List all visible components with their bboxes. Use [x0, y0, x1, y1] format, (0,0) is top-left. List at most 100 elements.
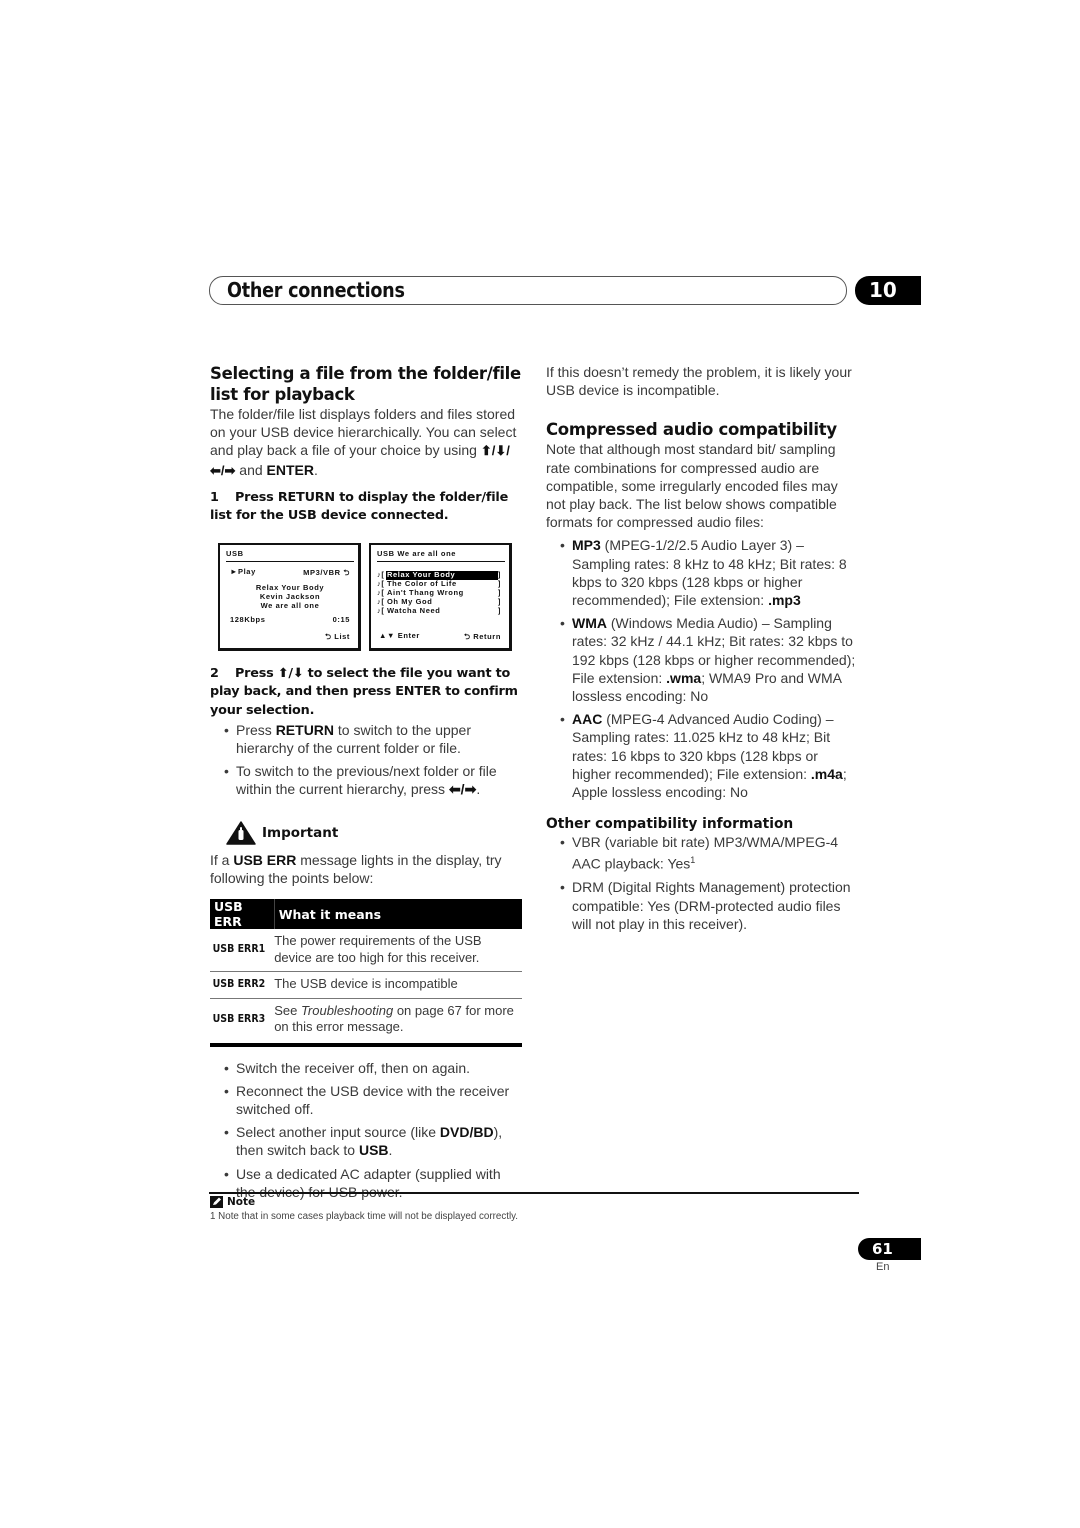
intro-text: The folder/file list displays folders an…	[210, 406, 517, 459]
bullet-item: Press RETURN to switch to the upper hier…	[224, 721, 522, 757]
left-column: Selecting a file from the folder/file li…	[210, 363, 522, 1206]
error-meaning: The power requirements of the USB device…	[274, 929, 522, 973]
chapter-number-badge: 10	[855, 276, 921, 305]
footnote-divider	[209, 1192, 859, 1194]
error-meaning: The USB device is incompatible	[274, 971, 522, 999]
pencil-note-icon	[210, 1196, 223, 1208]
other-compat-title: Other compatibility information	[546, 816, 794, 833]
bitrate-time-row: 128Kbps 0:15	[230, 615, 350, 624]
remedy-bullets: Switch the receiver off, then on again. …	[224, 1059, 522, 1201]
footnote-text: 1 Note that in some cases playback time …	[210, 1211, 519, 1222]
track-title: Relax Your Body	[255, 583, 325, 593]
bullet-bold: DVD/BD	[439, 1124, 494, 1141]
bullet-bold: USB	[358, 1142, 389, 1159]
text: If a	[210, 851, 234, 868]
bullet-item: To switch to the previous/next folder or…	[224, 762, 522, 798]
screen-footer: ▲▼ Enter ⮌ Return	[379, 631, 501, 644]
bullet-item: Use a dedicated AC adapter (supplied wit…	[224, 1165, 522, 1201]
format-item-wma: WMA (Windows Media Audio) – Sampling rat…	[560, 614, 858, 705]
format-extension: .m4a	[810, 765, 843, 782]
format-name: AAC	[572, 711, 603, 728]
display-screens: USB ►Play MP3/VBR ⮌ Relax Your Body Kevi…	[218, 543, 522, 652]
step-text: Press RETURN to display the folder/file …	[210, 489, 509, 524]
continuation-text: If this doesn’t remedy the problem, it i…	[546, 364, 852, 399]
bullet-text: VBR (variable bit rate) MP3/WMA/MPEG-4 A…	[572, 834, 839, 873]
list-button[interactable]: ⮌ List	[325, 631, 350, 644]
note-heading: Note	[210, 1196, 255, 1208]
compressed-intro: Note that although most standard bit/ sa…	[546, 441, 838, 531]
format-desc: (MPEG-1/2/2.5 Audio Layer 3) – Sampling …	[572, 537, 847, 609]
format-label: MP3/VBR ⮌	[303, 568, 350, 578]
bullet-text: Press	[236, 721, 276, 738]
format-extension: .mp3	[768, 592, 801, 609]
usb-err-bold: USB ERR	[233, 851, 297, 868]
bitrate: 128Kbps	[230, 615, 266, 625]
table-row: USB ERR2 The USB device is incompatible	[210, 971, 522, 999]
step-2: 2 Press ⬆/⬇ to select the file you want t…	[210, 665, 522, 720]
list-item[interactable]: ♪[Watcha Need]	[377, 607, 501, 616]
section-title-select-file: Selecting a file from the folder/file li…	[210, 364, 521, 404]
section-title-compressed-audio: Compressed audio compatibility	[546, 420, 837, 440]
error-code: USB ERR3	[210, 998, 266, 1047]
chapter-header-bar: Other connections	[209, 276, 847, 305]
bullet-item: VBR (variable bit rate) MP3/WMA/MPEG-4 A…	[560, 833, 858, 873]
warning-hand-icon	[226, 820, 256, 845]
bullet-bold: RETURN	[275, 721, 335, 738]
step-2-bullets: Press RETURN to switch to the upper hier…	[224, 721, 522, 799]
playback-time: 0:15	[332, 615, 350, 625]
play-screen: USB ►Play MP3/VBR ⮌ Relax Your Body Kevi…	[218, 543, 361, 652]
other-compat-list: VBR (variable bit rate) MP3/WMA/MPEG-4 A…	[560, 833, 858, 933]
note-label: Note	[227, 1196, 256, 1208]
bullet-item: Reconnect the USB device with the receiv…	[224, 1082, 522, 1118]
step-1: 1 Press RETURN to display the folder/file…	[210, 489, 522, 525]
table-row: USB ERR1 The power requirements of the U…	[210, 929, 522, 973]
bullet-text: DRM (Digital Rights Management) protecti…	[572, 879, 851, 932]
footnote-ref[interactable]: 1	[690, 855, 695, 865]
bullet-item: Select another input source (like DVD/BD…	[224, 1123, 522, 1159]
screen-footer: ⮌ List	[228, 631, 350, 644]
format-name: WMA	[572, 615, 607, 632]
play-label: ►Play	[230, 567, 256, 577]
table-row: USB ERR3 See Troubleshooting on page 67 …	[210, 998, 522, 1047]
column-header-code: USB ERR	[210, 899, 275, 930]
error-code: USB ERR2	[210, 971, 266, 999]
page-number-badge: 61	[858, 1238, 921, 1260]
format-item-mp3: MP3 (MPEG-1/2/2.5 Audio Layer 3) – Sampl…	[560, 536, 858, 609]
error-code: USB ERR1	[210, 929, 266, 973]
troubleshooting-link[interactable]: Troubleshooting	[301, 1003, 393, 1018]
left-right-arrows-icon: ⬅/➡	[448, 781, 477, 798]
format-extension: .wma	[666, 669, 702, 686]
bullet-text: .	[388, 1142, 393, 1159]
usb-error-table: USB ERR What it means USB ERR1 The power…	[210, 899, 522, 1047]
format-item-aac: AAC (MPEG-4 Advanced Audio Coding) – Sam…	[560, 710, 858, 801]
format-list: MP3 (MPEG-1/2/2.5 Audio Layer 3) – Sampl…	[560, 536, 858, 801]
track-artist: Kevin Jackson	[259, 592, 321, 602]
screen-title: USB We are all one	[377, 549, 505, 563]
up-down-arrows-icon: ⬆/⬇	[277, 666, 304, 682]
important-label: Important	[262, 824, 339, 841]
error-meaning: See Troubleshooting on page 67 for more …	[274, 998, 522, 1047]
bullet-item: DRM (Digital Rights Management) protecti…	[560, 878, 858, 933]
bullet-text: Use a dedicated AC adapter (supplied wit…	[236, 1165, 501, 1200]
bullet-text: Switch the receiver off, then on again.	[236, 1059, 470, 1076]
step-number: 1	[210, 489, 219, 505]
bullet-text: .	[476, 781, 481, 798]
play-status-row: ►Play MP3/VBR ⮌	[230, 567, 350, 580]
enter-key-label: ENTER	[266, 461, 314, 478]
format-name: MP3	[572, 537, 601, 554]
step-text: Press	[235, 666, 274, 682]
intro-and: and	[239, 461, 263, 478]
step-number: 2	[210, 666, 219, 682]
enter-button[interactable]: ▲▼ Enter	[379, 631, 420, 644]
table-header-row: USB ERR What it means	[210, 899, 522, 930]
track-info: Relax Your Body Kevin Jackson We are all…	[230, 583, 350, 610]
format-desc: (MPEG-4 Advanced Audio Coding) – Samplin…	[572, 711, 834, 782]
text: See	[274, 1002, 301, 1018]
important-heading: Important	[226, 820, 522, 845]
list-item-title: Watcha Need	[387, 606, 441, 616]
return-button[interactable]: ⮌ Return	[464, 631, 501, 644]
intro-paragraph: The folder/file list displays folders an…	[210, 406, 517, 478]
bullet-text: Select another input source (like	[236, 1124, 440, 1141]
column-header-meaning: What it means	[274, 899, 522, 930]
bullet-item: Switch the receiver off, then on again.	[224, 1059, 522, 1077]
